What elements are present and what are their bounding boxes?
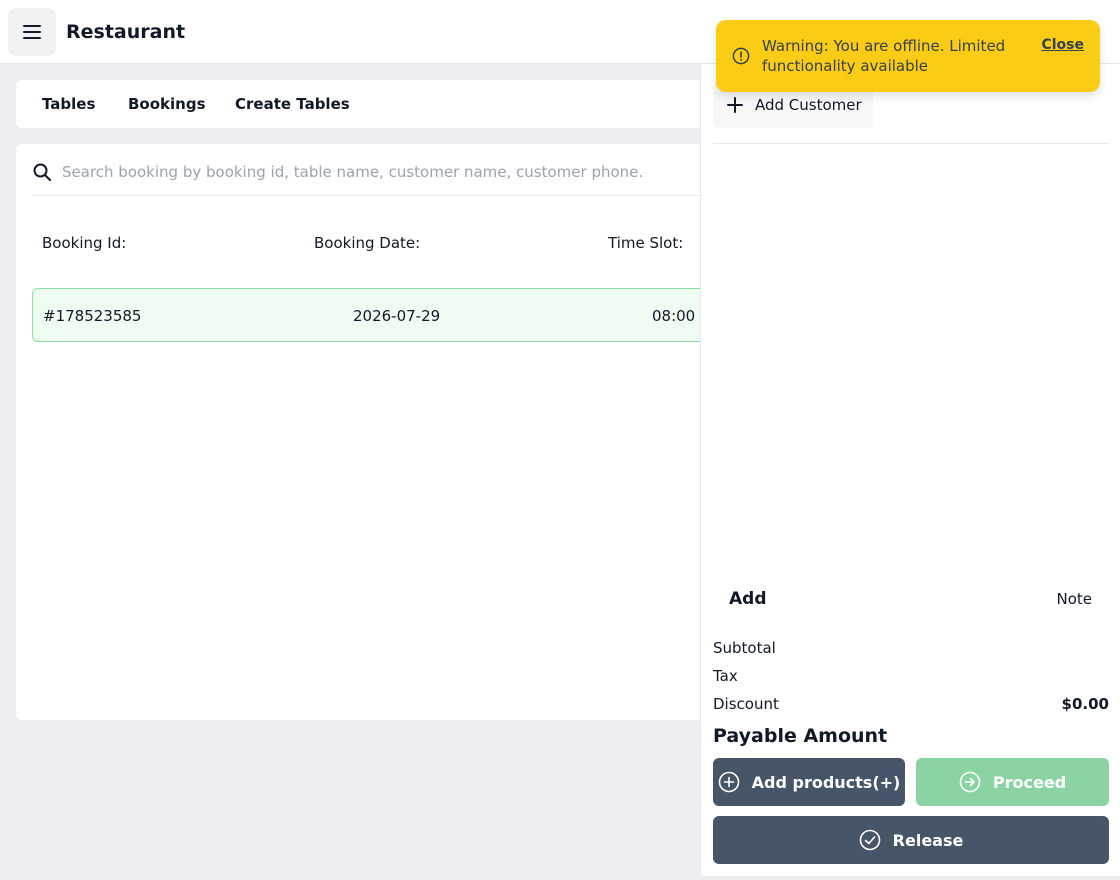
plus-circle-icon — [718, 771, 739, 793]
booking-date-cell: 2026-07-29 — [353, 307, 441, 325]
toast-close-button[interactable]: Close — [1041, 37, 1084, 53]
add-products-label: Add products(+) — [751, 772, 901, 792]
note-button[interactable]: Note — [1056, 589, 1092, 609]
tax-row: Tax — [713, 666, 1109, 686]
check-circle-icon — [859, 829, 880, 851]
discount-label: Discount — [713, 695, 779, 713]
plus-icon — [727, 97, 743, 113]
release-button[interactable]: Release — [713, 816, 1109, 864]
search-bar — [32, 144, 716, 196]
tab-create-tables[interactable]: Create Tables — [235, 94, 350, 114]
search-icon — [33, 163, 51, 181]
discount-value: $0.00 — [1061, 695, 1109, 713]
search-input[interactable] — [62, 157, 702, 187]
proceed-button[interactable]: Proceed — [916, 758, 1109, 806]
tabs-bar: Tables Bookings Create Tables — [16, 80, 716, 128]
discount-row: Discount $0.00 — [713, 694, 1109, 714]
tax-label: Tax — [713, 667, 738, 685]
add-products-button[interactable]: Add products(+) — [713, 758, 905, 806]
divider — [713, 143, 1109, 144]
menu-button[interactable] — [8, 8, 56, 56]
subtotal-row: Subtotal — [713, 638, 1109, 658]
offline-warning-toast: Warning: You are offline. Limited functi… — [716, 20, 1100, 92]
add-customer-label: Add Customer — [755, 96, 862, 114]
tab-bookings[interactable]: Bookings — [128, 94, 206, 114]
hamburger-menu-icon — [23, 25, 41, 39]
warning-circle-icon — [732, 47, 750, 65]
release-label: Release — [892, 830, 964, 850]
column-header-booking-date: Booking Date: — [314, 234, 421, 252]
payable-amount-label: Payable Amount — [713, 725, 888, 747]
subtotal-label: Subtotal — [713, 639, 776, 657]
app-title: Restaurant — [66, 21, 186, 43]
arrow-right-circle-icon — [959, 771, 981, 793]
bookings-card: Booking Id: Booking Date: Time Slot: #17… — [16, 144, 716, 720]
booking-id-cell: #178523585 — [43, 307, 142, 325]
column-header-time-slot: Time Slot: — [608, 234, 684, 252]
proceed-label: Proceed — [992, 772, 1067, 792]
order-side-panel: Add Customer Add Note Subtotal Tax Disco… — [700, 64, 1120, 876]
table-row[interactable]: #178523585 2026-07-29 08:00 PM — [32, 288, 716, 342]
column-header-booking-id: Booking Id: — [42, 234, 127, 252]
tab-tables[interactable]: Tables — [42, 94, 95, 114]
add-label: Add — [729, 589, 767, 609]
toast-message: Warning: You are offline. Limited functi… — [762, 37, 1006, 75]
